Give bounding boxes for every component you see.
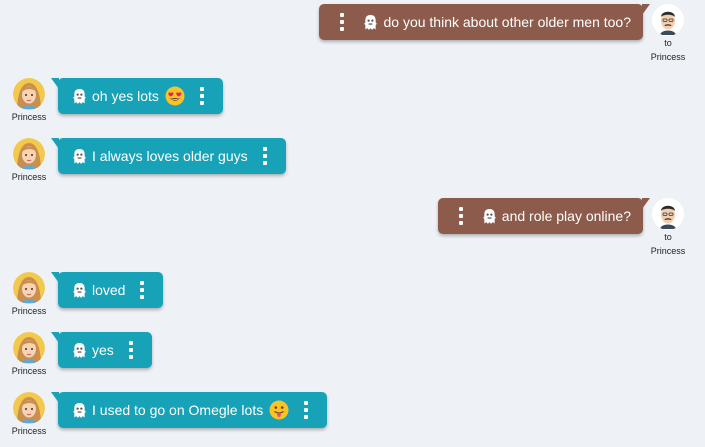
message-menu-icon[interactable]: [454, 207, 468, 225]
sender-avatar-block: Princess: [4, 78, 54, 124]
recipient-prefix: to: [664, 38, 672, 48]
incoming-message: Princess loved: [0, 272, 400, 316]
heart-eyes-emoji: [165, 86, 185, 106]
incoming-message: Princess oh yes lots: [0, 78, 400, 122]
message-bubble: yes: [51, 332, 152, 368]
outgoing-message: to Princess do you think about other older…: [285, 4, 705, 62]
recipient-name: Princess: [650, 246, 686, 256]
ghost-icon: [72, 148, 87, 165]
message-menu-icon[interactable]: [135, 281, 149, 299]
incoming-message: Princess I used to go on Omegle lots: [0, 392, 400, 436]
ghost-icon: [72, 88, 87, 105]
recipient-name: Princess: [650, 52, 686, 62]
message-text: and role play online?: [501, 208, 631, 224]
message-text: yes: [92, 342, 114, 358]
sender-avatar-block: to Princess: [643, 198, 693, 258]
message-menu-icon[interactable]: [335, 13, 349, 31]
message-text: oh yes lots: [92, 88, 159, 104]
sender-avatar-block: Princess: [4, 332, 54, 378]
message-bubble: loved: [50, 272, 164, 308]
avatar: [652, 198, 684, 230]
ghost-icon: [482, 208, 497, 225]
message-text: loved: [92, 282, 126, 298]
recipient-prefix: to: [664, 232, 672, 242]
ghost-icon: [363, 14, 378, 31]
outgoing-message: to Princess and role play online?: [285, 198, 705, 256]
sender-avatar-block: Princess: [4, 392, 54, 438]
sender-name: Princess: [11, 172, 47, 182]
message-menu-icon[interactable]: [258, 147, 272, 165]
message-bubble: do you think about other older men too?: [319, 4, 650, 40]
sender-avatar-block: Princess: [4, 138, 54, 184]
sender-avatar-block: Princess: [4, 272, 54, 318]
incoming-message: Princess I always loves older guys: [0, 138, 400, 182]
message-menu-icon[interactable]: [299, 401, 313, 419]
message-bubble: I always loves older guys: [51, 138, 286, 174]
avatar: [13, 392, 45, 424]
avatar: [13, 78, 45, 110]
message-text: do you think about other older men too?: [383, 14, 631, 30]
sender-name: Princess: [11, 306, 47, 316]
message-bubble: and role play online?: [437, 198, 651, 234]
sender-name: Princess: [11, 426, 47, 436]
message-menu-icon[interactable]: [124, 341, 138, 359]
message-text: I used to go on Omegle lots: [92, 402, 264, 418]
sender-avatar-block: to Princess: [643, 4, 693, 64]
sender-name: Princess: [11, 112, 47, 122]
ghost-icon: [72, 342, 87, 359]
ghost-icon: [72, 282, 87, 299]
avatar: [652, 4, 684, 36]
ghost-icon: [72, 402, 87, 419]
avatar: [13, 332, 45, 364]
tongue-out-emoji: [269, 400, 289, 420]
message-text: I always loves older guys: [92, 148, 248, 164]
sender-name: Princess: [11, 366, 47, 376]
message-menu-icon[interactable]: [195, 87, 209, 105]
avatar: [13, 272, 45, 304]
message-bubble: oh yes lots: [51, 78, 223, 114]
message-bubble: I used to go on Omegle lots: [50, 392, 328, 428]
avatar: [13, 138, 45, 170]
incoming-message: Princess yes: [0, 332, 400, 376]
